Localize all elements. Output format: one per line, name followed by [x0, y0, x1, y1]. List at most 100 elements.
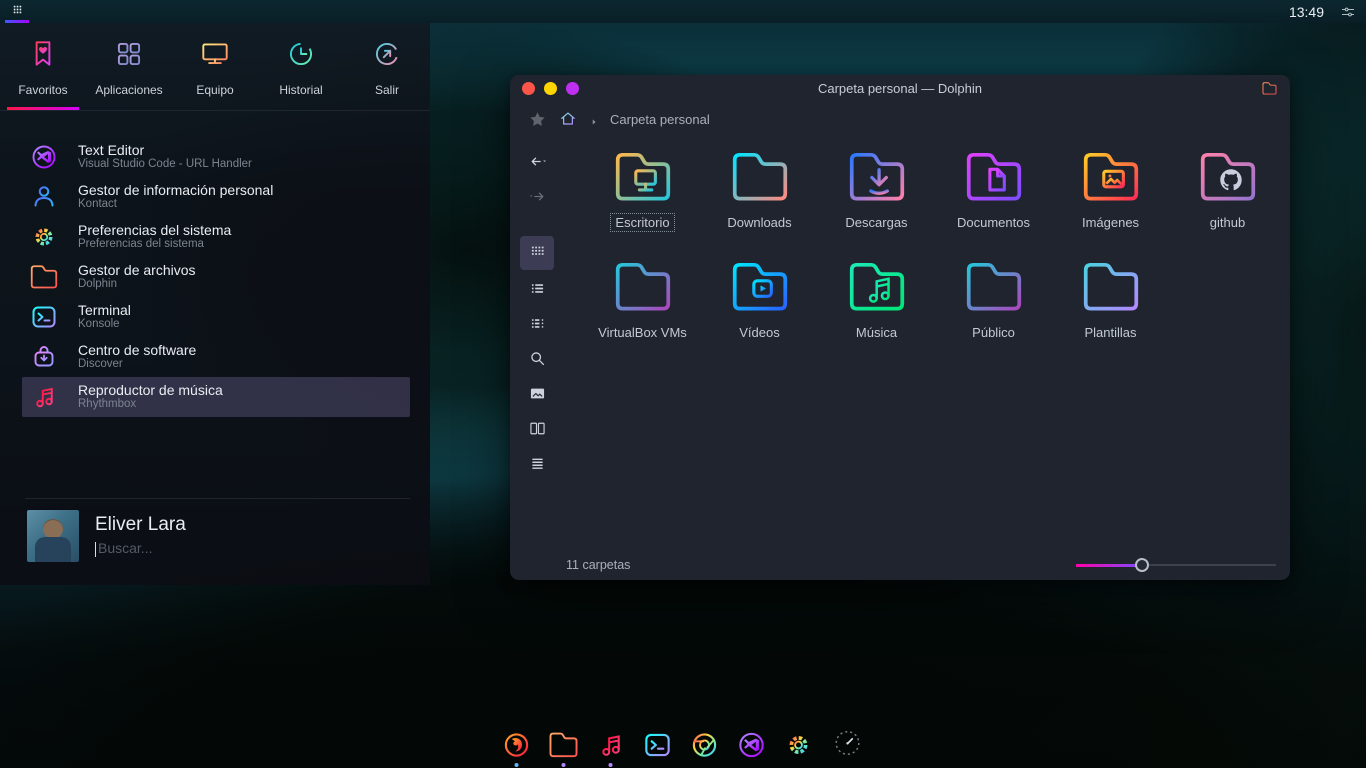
dock-firefox[interactable] — [500, 728, 534, 767]
zoom-slider[interactable] — [1076, 557, 1276, 573]
folder-icon[interactable] — [1261, 80, 1278, 97]
favorite-title: Centro de software — [78, 342, 196, 359]
avatar[interactable] — [27, 510, 79, 562]
folder-item[interactable]: Vídeos — [701, 254, 818, 364]
battery-tray[interactable] — [1162, 1, 1183, 22]
tool-view-compact[interactable] — [523, 312, 551, 340]
tab-salir[interactable]: Salir — [344, 23, 430, 110]
logout-icon — [370, 37, 404, 76]
clock[interactable]: 13:49 — [1289, 4, 1324, 20]
search-input[interactable] — [95, 540, 395, 556]
folder-label: Imágenes — [1077, 213, 1144, 232]
location-bar: Carpeta personal — [510, 102, 1290, 136]
dolphin-titlebar[interactable]: Carpeta personal — Dolphin — [510, 75, 1290, 102]
running-indicator — [846, 763, 850, 767]
zoom-slider-handle[interactable] — [1135, 558, 1149, 572]
favorites-list: Text Editor Visual Studio Code - URL Han… — [0, 111, 430, 417]
running-indicator — [562, 763, 566, 767]
system-tray: 13:49 — [1162, 1, 1366, 22]
favorite-music-player[interactable]: Reproductor de música Rhythmbox — [22, 377, 410, 417]
folder-item[interactable]: Descargas — [818, 144, 935, 254]
folder-icon — [955, 254, 1033, 320]
tool-search[interactable] — [523, 347, 551, 375]
dolphin-statusbar: 11 carpetas — [510, 550, 1290, 580]
favorite-title: Reproductor de música — [78, 382, 223, 399]
tool-back[interactable] — [523, 150, 551, 178]
folder-item[interactable]: Público — [935, 254, 1052, 364]
breadcrumb[interactable]: Carpeta personal — [610, 112, 710, 127]
folder-label: Descargas — [840, 213, 912, 232]
folder-item[interactable]: VirtualBox VMs — [584, 254, 701, 364]
view-list-icon — [527, 278, 548, 304]
tool-view-grid[interactable] — [520, 236, 554, 270]
favorite-title: Text Editor — [78, 142, 252, 159]
vscode-icon — [735, 728, 769, 762]
tab-favoritos[interactable]: Favoritos — [0, 23, 86, 110]
folder-item[interactable]: Imágenes — [1052, 144, 1169, 254]
folder-label: github — [1205, 213, 1250, 232]
favorite-pim[interactable]: Gestor de información personal Kontact — [22, 177, 410, 217]
folder-item[interactable]: Plantillas — [1052, 254, 1169, 364]
tool-preview[interactable] — [523, 382, 551, 410]
window-title: Carpeta personal — Dolphin — [510, 81, 1290, 96]
audio-volume-tray[interactable] — [1210, 1, 1231, 22]
home-icon[interactable] — [558, 109, 578, 129]
tool-split[interactable] — [523, 417, 551, 445]
sliders-icon[interactable] — [1336, 1, 1360, 22]
folder-label: Público — [967, 323, 1020, 342]
app-launcher-button[interactable] — [0, 0, 34, 23]
dock-dolphin[interactable] — [547, 728, 581, 767]
minimize-button[interactable] — [544, 82, 557, 95]
folder-item[interactable]: Escritorio — [584, 144, 701, 254]
favorite-terminal[interactable]: Terminal Konsole — [22, 297, 410, 337]
folder-image-icon — [1072, 144, 1150, 210]
folder-label: Música — [851, 323, 902, 342]
music-note-icon — [28, 381, 60, 413]
dock-konsole[interactable] — [641, 728, 675, 767]
tool-forward[interactable] — [523, 185, 551, 213]
dock-vscode[interactable] — [735, 728, 769, 767]
dock-settings[interactable] — [782, 728, 816, 767]
divider — [25, 498, 410, 499]
favorite-software-center[interactable]: Centro de software Discover — [22, 337, 410, 377]
tool-menu[interactable] — [523, 452, 551, 480]
folder-video-icon — [721, 254, 799, 320]
tab-label: Aplicaciones — [95, 83, 162, 97]
chromium-icon — [688, 728, 722, 762]
folder-item[interactable]: Downloads — [701, 144, 818, 254]
folder-label: VirtualBox VMs — [593, 323, 692, 342]
close-button[interactable] — [522, 82, 535, 95]
folder-label: Vídeos — [734, 323, 784, 342]
folder-monitor-icon — [604, 144, 682, 210]
clipboard-tray[interactable] — [1234, 1, 1255, 22]
favorite-title: Gestor de información personal — [78, 182, 273, 199]
folder-icon — [1072, 254, 1150, 320]
network-wireless-tray[interactable] — [1186, 1, 1207, 22]
tab-historial[interactable]: Historial — [258, 23, 344, 110]
split-icon — [527, 418, 548, 444]
running-indicator — [609, 763, 613, 767]
zoom-slider-fill — [1076, 564, 1142, 567]
folder-icon — [604, 254, 682, 320]
folder-item[interactable]: Documentos — [935, 144, 1052, 254]
desktop-wallpaper: 13:49 Favoritos Aplicaciones Equipo Hist… — [0, 0, 1366, 768]
tab-label: Salir — [375, 83, 399, 97]
maximize-button[interactable] — [566, 82, 579, 95]
dock-clock-widget[interactable] — [829, 724, 867, 767]
caret-right-icon — [589, 114, 599, 124]
folder-label: Plantillas — [1079, 323, 1141, 342]
favorite-text-editor[interactable]: Text Editor Visual Studio Code - URL Han… — [22, 137, 410, 177]
tab-label: Favoritos — [18, 83, 67, 97]
tray-expander[interactable] — [1258, 1, 1279, 22]
folder-item[interactable]: github — [1169, 144, 1286, 254]
favorite-subtitle: Rhythmbox — [78, 398, 223, 412]
folder-item[interactable]: Música — [818, 254, 935, 364]
tab-aplicaciones[interactable]: Aplicaciones — [86, 23, 172, 110]
star-icon[interactable] — [528, 110, 547, 129]
tool-view-list[interactable] — [523, 277, 551, 305]
favorite-file-manager[interactable]: Gestor de archivos Dolphin — [22, 257, 410, 297]
tab-equipo[interactable]: Equipo — [172, 23, 258, 110]
dock-chromium[interactable] — [688, 728, 722, 767]
favorite-system-settings[interactable]: Preferencias del sistema Preferencias de… — [22, 217, 410, 257]
dock-rhythmbox[interactable] — [594, 728, 628, 767]
